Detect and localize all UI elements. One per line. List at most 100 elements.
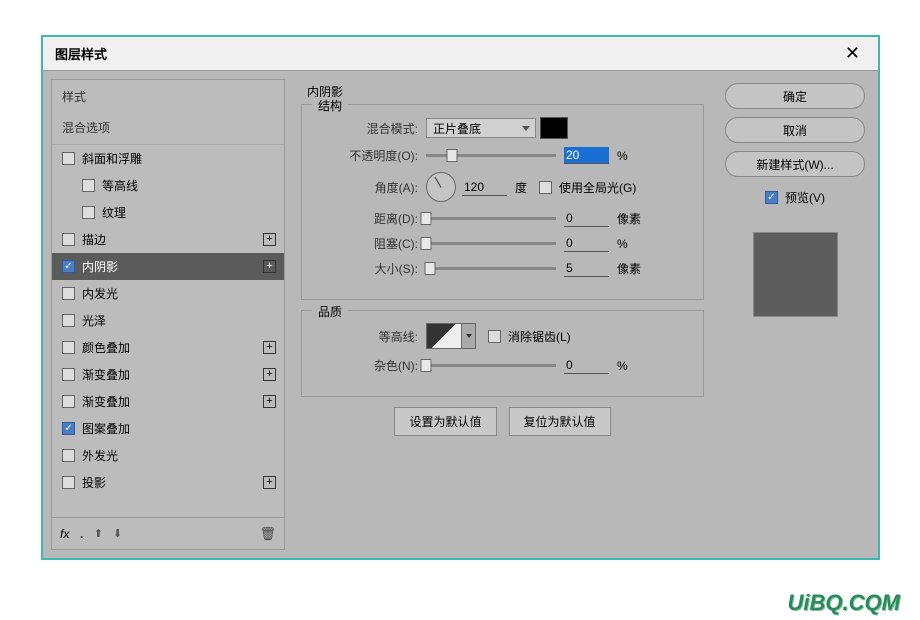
style-row[interactable]: 等高线 <box>52 172 284 199</box>
size-input[interactable] <box>564 260 609 277</box>
style-label: 渐变叠加 <box>82 366 130 383</box>
contour-swatch[interactable] <box>426 323 462 349</box>
new-style-button[interactable]: 新建样式(W)... <box>725 151 865 177</box>
arrow-down-icon[interactable]: ⬇ <box>113 527 122 540</box>
dialog-title: 图层样式 <box>55 44 107 63</box>
choke-unit: % <box>617 237 628 251</box>
style-row[interactable]: 纹理 <box>52 199 284 226</box>
style-label: 斜面和浮雕 <box>82 150 142 167</box>
ok-button[interactable]: 确定 <box>725 83 865 109</box>
close-icon[interactable]: ✕ <box>839 41 866 66</box>
blend-mode-select[interactable]: 正片叠底 <box>426 118 536 138</box>
angle-unit: 度 <box>515 179 527 196</box>
style-checkbox[interactable] <box>62 233 75 246</box>
opacity-input[interactable] <box>564 147 609 164</box>
style-checkbox[interactable] <box>62 422 75 435</box>
style-row[interactable]: 内阴影 + <box>52 253 284 280</box>
style-row[interactable]: 投影 + <box>52 469 284 496</box>
color-swatch[interactable] <box>540 117 568 139</box>
style-label: 投影 <box>82 474 106 491</box>
plus-icon[interactable]: + <box>263 368 276 381</box>
style-checkbox[interactable] <box>62 476 75 489</box>
structure-legend: 结构 <box>312 97 348 114</box>
choke-input[interactable] <box>564 235 609 252</box>
style-label: 内发光 <box>82 285 118 302</box>
distance-slider[interactable] <box>426 217 556 220</box>
style-row[interactable]: 颜色叠加+ <box>52 334 284 361</box>
contour-label: 等高线: <box>318 328 418 345</box>
reset-default-button[interactable]: 复位为默认值 <box>509 407 611 436</box>
down-icon: . <box>79 525 83 543</box>
style-checkbox[interactable] <box>82 179 95 192</box>
plus-icon[interactable]: + <box>263 233 276 246</box>
watermark: UiBQ.CQM <box>788 590 900 616</box>
style-label: 内阴影 <box>82 258 118 275</box>
style-checkbox[interactable] <box>62 368 75 381</box>
size-slider[interactable] <box>426 267 556 270</box>
layer-style-dialog: 图层样式 ✕ 样式 混合选项 斜面和浮雕等高线纹理描边 + 内阴影 + 内发光光泽颜色叠… <box>41 35 880 560</box>
style-row[interactable]: 斜面和浮雕 <box>52 145 284 172</box>
blend-options-header[interactable]: 混合选项 <box>52 113 284 145</box>
styles-header[interactable]: 样式 <box>52 80 284 113</box>
style-label: 图案叠加 <box>82 420 130 437</box>
noise-input[interactable] <box>564 357 609 374</box>
antialias-checkbox[interactable] <box>488 330 501 343</box>
global-light-checkbox[interactable] <box>539 181 552 194</box>
settings-panel: 内阴影 结构 混合模式: 正片叠底 不透明度(O): % 角度(A): <box>293 79 712 550</box>
global-light-label: 使用全局光(G) <box>559 179 636 196</box>
contour-dropdown-icon[interactable] <box>462 323 476 349</box>
styles-panel: 样式 混合选项 斜面和浮雕等高线纹理描边 + 内阴影 + 内发光光泽颜色叠加+ 渐变叠加 +… <box>51 79 285 518</box>
style-checkbox[interactable] <box>62 152 75 165</box>
cancel-button[interactable]: 取消 <box>725 117 865 143</box>
style-label: 渐变叠加 <box>82 393 130 410</box>
angle-label: 角度(A): <box>318 179 418 196</box>
plus-icon[interactable]: + <box>263 341 276 354</box>
style-row[interactable]: 内发光 <box>52 280 284 307</box>
style-row[interactable]: 光泽 <box>52 307 284 334</box>
opacity-slider[interactable] <box>426 154 556 157</box>
style-label: 光泽 <box>82 312 106 329</box>
style-label: 描边 <box>82 231 106 248</box>
preview-box <box>753 232 838 317</box>
style-row[interactable]: 图案叠加 <box>52 415 284 442</box>
style-label: 等高线 <box>102 177 138 194</box>
set-default-button[interactable]: 设置为默认值 <box>394 407 496 436</box>
style-checkbox[interactable] <box>62 260 75 273</box>
style-checkbox[interactable] <box>62 341 75 354</box>
distance-unit: 像素 <box>617 210 641 227</box>
distance-input[interactable] <box>564 210 609 227</box>
structure-fieldset: 结构 混合模式: 正片叠底 不透明度(O): % 角度(A): 度 <box>301 104 704 300</box>
choke-slider[interactable] <box>426 242 556 245</box>
distance-label: 距离(D): <box>318 210 418 227</box>
trash-icon[interactable]: 🗑 <box>259 526 276 542</box>
style-row[interactable]: 渐变叠加 + <box>52 361 284 388</box>
style-checkbox[interactable] <box>62 395 75 408</box>
panel-title: 内阴影 <box>307 83 704 100</box>
style-checkbox[interactable] <box>62 287 75 300</box>
opacity-unit: % <box>617 149 628 163</box>
preview-checkbox[interactable] <box>765 191 778 204</box>
noise-label: 杂色(N): <box>318 357 418 374</box>
titlebar: 图层样式 ✕ <box>43 37 878 71</box>
plus-icon[interactable]: + <box>263 476 276 489</box>
style-row[interactable]: 描边 + <box>52 226 284 253</box>
style-checkbox[interactable] <box>62 449 75 462</box>
styles-footer: fx . ⬆ ⬇ 🗑 <box>51 518 285 550</box>
plus-icon[interactable]: + <box>263 395 276 408</box>
noise-unit: % <box>617 359 628 373</box>
size-unit: 像素 <box>617 260 641 277</box>
angle-input[interactable] <box>462 179 507 196</box>
style-checkbox[interactable] <box>82 206 95 219</box>
antialias-label: 消除锯齿(L) <box>508 328 571 345</box>
fx-label[interactable]: fx <box>60 527 69 541</box>
preview-label: 预览(V) <box>785 189 825 206</box>
angle-dial[interactable] <box>426 172 456 202</box>
style-label: 外发光 <box>82 447 118 464</box>
style-checkbox[interactable] <box>62 314 75 327</box>
quality-fieldset: 品质 等高线: 消除锯齿(L) 杂色(N): % <box>301 310 704 397</box>
arrow-up-icon[interactable]: ⬆ <box>94 527 103 540</box>
style-row[interactable]: 渐变叠加 + <box>52 388 284 415</box>
style-row[interactable]: 外发光 <box>52 442 284 469</box>
noise-slider[interactable] <box>426 364 556 367</box>
plus-icon[interactable]: + <box>263 260 276 273</box>
